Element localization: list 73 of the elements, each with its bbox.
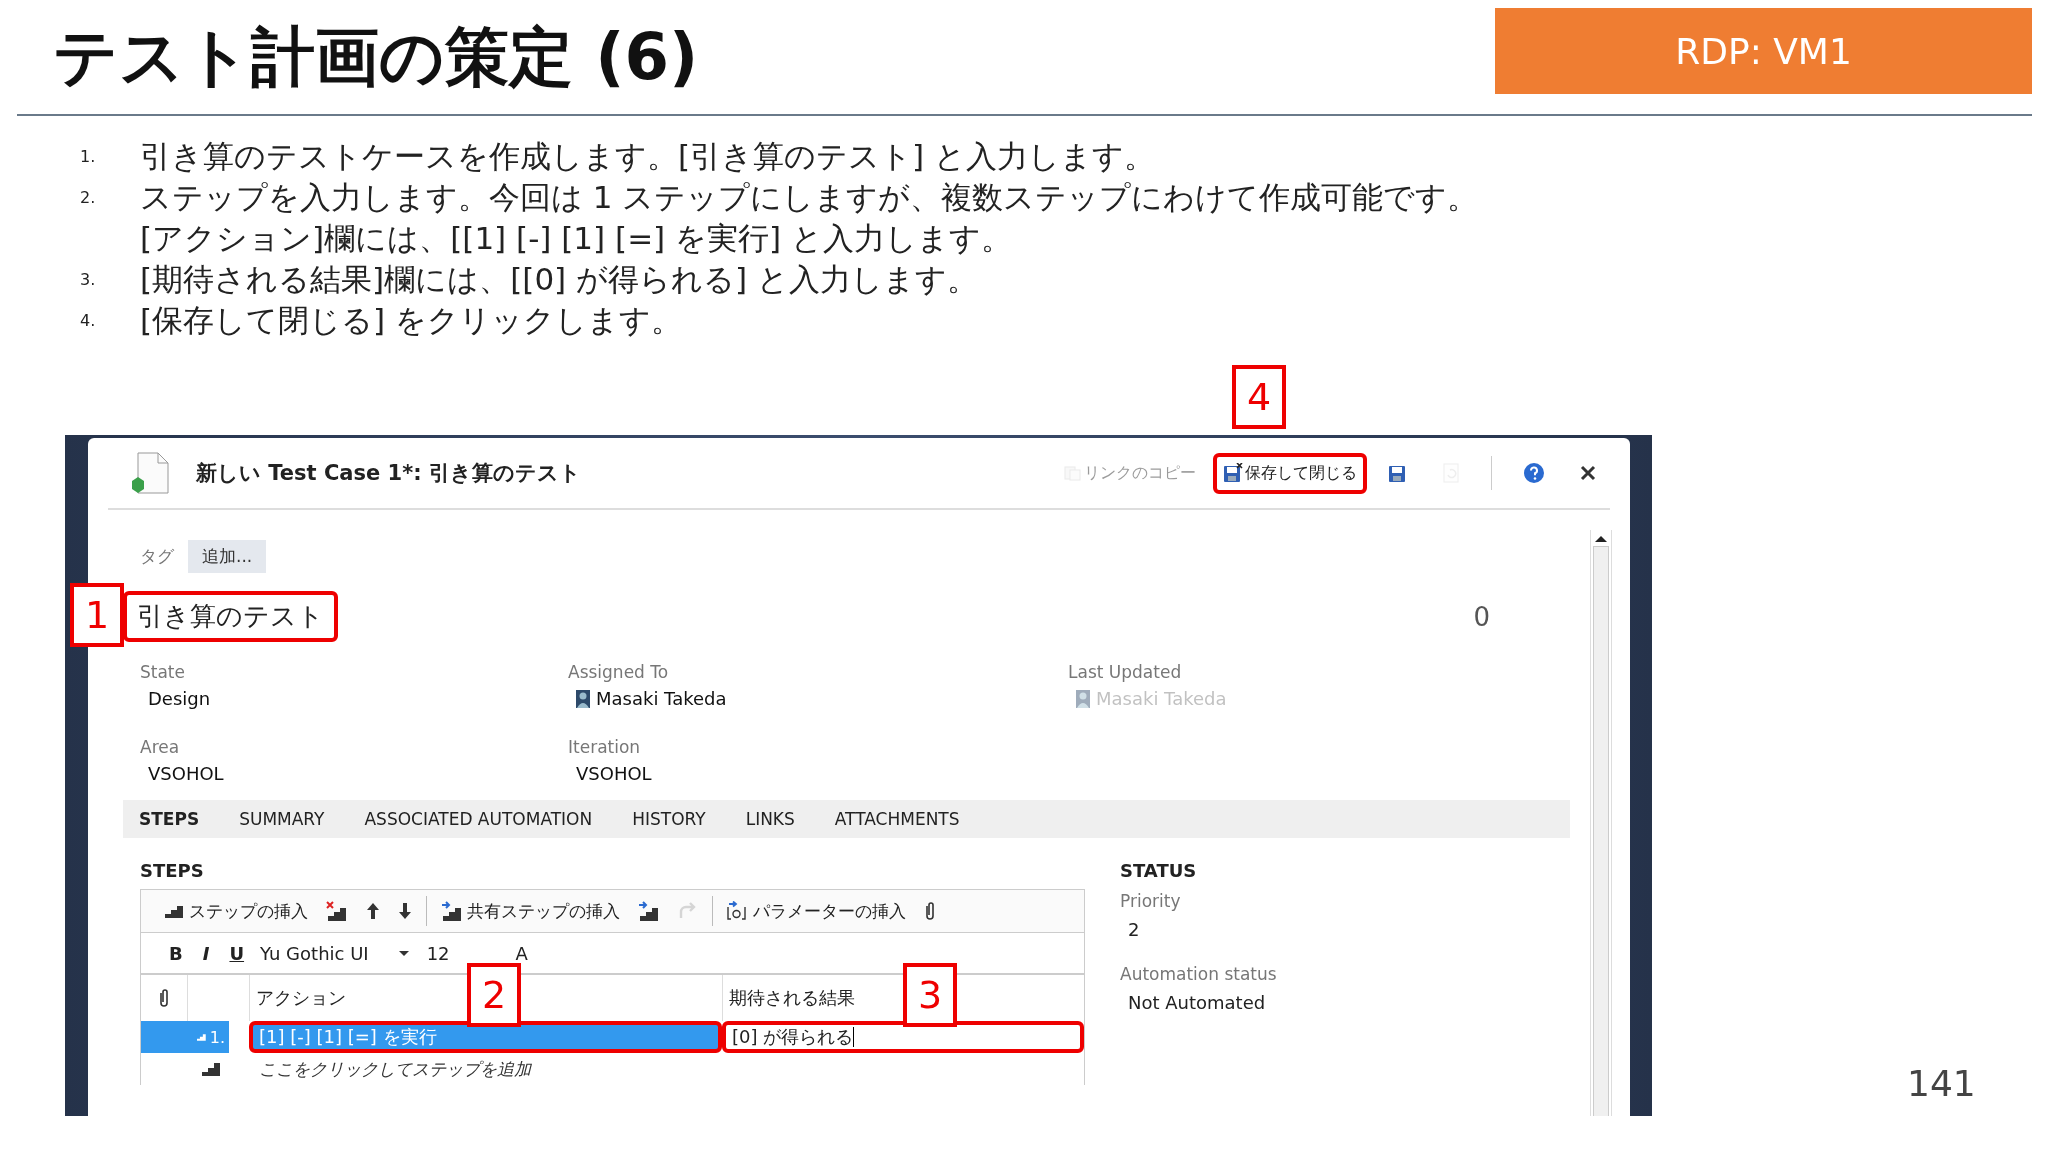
step-number: 1. <box>209 1027 225 1047</box>
font-color-button[interactable]: A <box>511 942 532 964</box>
instruction-text: 引き算のテストケースを作成します。[引き算のテスト] と入力します。 <box>140 137 1156 176</box>
tab[interactable]: SUMMARY <box>239 809 339 829</box>
rdp-badge: RDP: VM1 <box>1495 8 2032 94</box>
person-icon <box>576 689 590 708</box>
save-icon <box>1223 463 1243 483</box>
list-number: 4. <box>80 310 97 332</box>
close-icon <box>1579 464 1597 482</box>
field-value: Masaki Takeda <box>596 688 727 709</box>
list-number: 1. <box>80 146 97 168</box>
paperclip-icon <box>158 988 170 1008</box>
steps-icon <box>165 904 185 918</box>
callout-number: 3 <box>903 963 957 1027</box>
field-value: Design <box>148 688 211 709</box>
field-label: Assigned To <box>568 662 670 682</box>
add-tag-button[interactable]: 追加... <box>188 540 267 573</box>
field-label: State <box>140 662 186 682</box>
field-label: Last Updated <box>1068 662 1183 682</box>
title-field[interactable]: 引き算のテスト <box>123 591 338 642</box>
insert-step-button[interactable]: ステップの挿入 <box>161 899 312 923</box>
tab[interactable]: STEPS <box>139 809 214 829</box>
delete-step-icon <box>326 901 348 921</box>
shared-steps-icon <box>638 901 660 921</box>
field-label: Area <box>140 737 181 757</box>
slide-title: テスト計画の策定 (6) <box>53 18 699 96</box>
page-number: 141 <box>1907 1063 1976 1104</box>
save-icon <box>1388 463 1408 483</box>
tab[interactable]: HISTORY <box>632 809 720 829</box>
list-number: 3. <box>80 269 97 291</box>
shared-steps-icon <box>441 901 463 921</box>
work-item-id: 0 <box>1473 601 1490 632</box>
field-label: Automation status <box>1120 964 1277 984</box>
window-title: 新しい Test Case 1*: 引き算のテスト <box>196 460 581 487</box>
add-step-hint[interactable]: ここをクリックしてステップを追加 <box>249 1053 722 1085</box>
tab[interactable]: ASSOCIATED AUTOMATION <box>364 809 607 829</box>
instruction-text: [期待される結果]欄には、[[0] が得られる] と入力します。 <box>140 260 978 299</box>
callout-number: 4 <box>1232 365 1286 429</box>
person-icon <box>1076 689 1090 708</box>
save-and-close-button[interactable]: 保存して閉じる <box>1213 452 1367 494</box>
font-size-field[interactable]: 12 <box>426 942 450 964</box>
step-icon <box>202 1062 220 1076</box>
underline-button[interactable]: U <box>225 942 249 964</box>
field-value: VSOHOL <box>148 763 224 784</box>
section-heading: STEPS <box>140 860 205 881</box>
tab[interactable]: LINKS <box>745 809 809 829</box>
list-number: 2. <box>80 187 97 209</box>
field-value: Not Automated <box>1128 992 1267 1013</box>
scrollbar[interactable] <box>1590 530 1612 1116</box>
insert-parameter-button[interactable]: パラメーターの挿入 <box>723 899 910 923</box>
section-heading: STATUS <box>1120 860 1198 881</box>
parameter-icon <box>727 901 749 921</box>
redo-icon <box>678 902 698 920</box>
callout-number: 2 <box>467 963 521 1027</box>
field-value: 2 <box>1128 919 1141 940</box>
font-dropdown[interactable]: Yu Gothic UI <box>260 942 409 964</box>
field-label: Iteration <box>568 737 642 757</box>
instruction-text: ステップを入力します。今回は 1 ステップにしますが、複数ステップにわけて作成可能です。 <box>140 178 1479 217</box>
field-label: Priority <box>1120 891 1182 911</box>
instruction-text: [アクション]欄には、[[1] [-] [1] [=] を実行] と入力します。 <box>140 219 1013 258</box>
field-value: VSOHOL <box>576 763 652 784</box>
down-arrow-icon <box>398 902 412 920</box>
tags-label: タグ <box>140 545 174 568</box>
up-arrow-icon <box>366 902 380 920</box>
italic-button[interactable]: I <box>198 942 214 964</box>
callout-number: 1 <box>70 583 124 647</box>
bold-button[interactable]: B <box>165 942 187 964</box>
instruction-text: [保存して閉じる] をクリックします。 <box>140 301 683 340</box>
help-icon <box>1523 462 1545 484</box>
tab[interactable]: ATTACHMENTS <box>834 809 974 829</box>
paperclip-icon <box>924 901 936 921</box>
insert-shared-button[interactable]: 共有ステップの挿入 <box>437 899 624 923</box>
field-value: Masaki Takeda <box>1096 688 1227 709</box>
